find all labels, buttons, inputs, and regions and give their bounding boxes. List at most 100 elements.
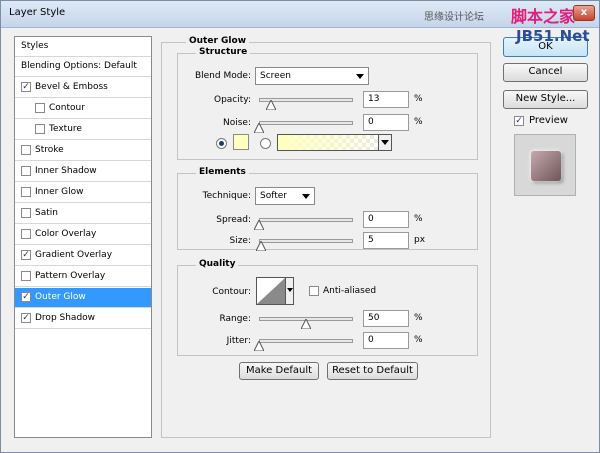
spread-input[interactable]: 0 xyxy=(363,211,409,228)
spread-unit: % xyxy=(414,214,423,224)
noise-slider[interactable] xyxy=(259,121,353,125)
size-slider[interactable] xyxy=(259,239,353,243)
elements-title: Elements xyxy=(196,167,249,177)
gradient-dropdown-arrow[interactable] xyxy=(378,135,391,150)
style-item-texture[interactable]: Texture xyxy=(15,120,151,140)
style-item-checkbox[interactable] xyxy=(35,124,45,134)
blend-mode-dropdown[interactable]: Screen xyxy=(255,67,369,85)
style-item-checkbox[interactable]: ✓ xyxy=(21,250,31,260)
style-item-gradient-overlay[interactable]: ✓ Gradient Overlay xyxy=(15,246,151,266)
blending-options-item[interactable]: Blending Options: Default xyxy=(15,57,151,77)
structure-title: Structure xyxy=(196,47,251,57)
style-item-contour[interactable]: Contour xyxy=(15,99,151,119)
chevron-down-icon xyxy=(302,194,310,199)
window-title: Layer Style xyxy=(9,7,66,18)
style-item-drop-shadow[interactable]: ✓ Drop Shadow xyxy=(15,309,151,329)
technique-label: Technique: xyxy=(202,191,251,201)
style-item-checkbox[interactable]: ✓ xyxy=(21,292,31,302)
size-unit: px xyxy=(414,235,426,245)
opacity-input[interactable]: 13 xyxy=(363,91,409,108)
style-item-checkbox[interactable] xyxy=(21,145,31,155)
size-label: Size: xyxy=(229,236,251,246)
contour-linear-icon xyxy=(257,278,285,304)
elements-group: Elements Technique: Softer Spread: 0 % S… xyxy=(177,167,478,251)
contour-dropdown-arrow[interactable] xyxy=(285,278,293,304)
style-item-checkbox[interactable] xyxy=(21,271,31,281)
style-item-bevel-emboss[interactable]: ✓ Bevel & Emboss xyxy=(15,78,151,98)
opacity-slider-thumb[interactable] xyxy=(266,100,277,110)
close-button[interactable]: x xyxy=(573,5,595,21)
quality-title: Quality xyxy=(196,259,239,269)
style-item-inner-glow[interactable]: Inner Glow xyxy=(15,183,151,203)
new-style-button[interactable]: New Style... xyxy=(503,90,588,109)
anti-aliased-label: Anti-aliased xyxy=(323,286,377,296)
style-item-checkbox[interactable] xyxy=(21,208,31,218)
chevron-down-icon xyxy=(381,140,389,145)
jitter-label: Jitter: xyxy=(226,336,251,346)
contour-picker[interactable] xyxy=(256,277,294,305)
make-default-button[interactable]: Make Default xyxy=(239,362,319,380)
style-preview-thumbnail xyxy=(514,134,576,196)
noise-slider-thumb[interactable] xyxy=(254,123,264,133)
reset-to-default-button[interactable]: Reset to Default xyxy=(327,362,418,380)
style-item-label: Outer Glow xyxy=(35,292,86,302)
style-item-checkbox[interactable]: ✓ xyxy=(21,313,31,323)
jitter-input[interactable]: 0 xyxy=(363,332,409,349)
title-bar[interactable]: Layer Style 思缘设计论坛 脚本之家 x xyxy=(1,1,599,28)
style-item-label: Satin xyxy=(35,208,58,218)
jitter-unit: % xyxy=(414,335,423,345)
outer-glow-title: Outer Glow xyxy=(186,36,250,46)
size-input[interactable]: 5 xyxy=(363,232,409,249)
range-unit: % xyxy=(414,313,423,323)
styles-header[interactable]: Styles xyxy=(15,37,151,57)
range-slider-thumb[interactable] xyxy=(301,319,311,329)
style-item-label: Texture xyxy=(49,124,82,134)
style-item-checkbox[interactable] xyxy=(21,187,31,197)
cancel-button[interactable]: Cancel xyxy=(503,63,588,82)
outer-glow-group: Outer Glow Structure Blend Mode: Screen … xyxy=(161,36,491,438)
style-item-outer-glow[interactable]: ✓ Outer Glow xyxy=(15,288,151,308)
opacity-label: Opacity: xyxy=(214,95,251,105)
size-slider-thumb[interactable] xyxy=(255,241,266,251)
style-item-stroke[interactable]: Stroke xyxy=(15,141,151,161)
style-item-color-overlay[interactable]: Color Overlay xyxy=(15,225,151,245)
anti-aliased-checkbox[interactable] xyxy=(309,286,319,296)
chevron-down-icon xyxy=(356,74,364,79)
contour-label: Contour: xyxy=(212,287,251,297)
style-item-inner-shadow[interactable]: Inner Shadow xyxy=(15,162,151,182)
style-item-label: Inner Shadow xyxy=(35,166,97,176)
spread-slider[interactable] xyxy=(259,218,353,222)
style-item-label: Stroke xyxy=(35,145,64,155)
range-label: Range: xyxy=(219,314,251,324)
style-item-satin[interactable]: Satin xyxy=(15,204,151,224)
style-item-checkbox[interactable] xyxy=(21,166,31,176)
styles-list: Styles Blending Options: Default ✓ Bevel … xyxy=(14,36,152,438)
preview-label: Preview xyxy=(529,115,568,126)
layer-style-dialog: Layer Style 思缘设计论坛 脚本之家 x Styles Blendin… xyxy=(0,0,600,453)
technique-dropdown[interactable]: Softer xyxy=(255,187,315,205)
style-item-checkbox[interactable] xyxy=(21,229,31,239)
preview-checkbox[interactable]: ✓ xyxy=(514,116,524,126)
gradient-picker[interactable] xyxy=(277,134,392,151)
style-item-checkbox[interactable] xyxy=(35,103,45,113)
style-item-label: Inner Glow xyxy=(35,187,84,197)
glow-color-swatch[interactable] xyxy=(233,134,249,150)
noise-input[interactable]: 0 xyxy=(363,114,409,131)
style-item-checkbox[interactable]: ✓ xyxy=(21,82,31,92)
spread-slider-thumb[interactable] xyxy=(254,220,264,230)
noise-unit: % xyxy=(414,117,423,127)
gradient-radio[interactable] xyxy=(260,138,271,149)
style-item-label: Pattern Overlay xyxy=(35,271,106,281)
spread-label: Spread: xyxy=(216,215,251,225)
gradient-preview xyxy=(278,135,391,150)
watermark-logo-text: 脚本之家 xyxy=(511,7,576,26)
color-radio[interactable] xyxy=(216,138,227,149)
style-item-label: Drop Shadow xyxy=(35,313,96,323)
range-input[interactable]: 50 xyxy=(363,310,409,327)
style-item-label: Gradient Overlay xyxy=(35,250,113,260)
noise-label: Noise: xyxy=(223,118,251,128)
jitter-slider[interactable] xyxy=(259,339,353,343)
style-item-pattern-overlay[interactable]: Pattern Overlay xyxy=(15,267,151,287)
jitter-slider-thumb[interactable] xyxy=(254,341,264,351)
close-icon: x xyxy=(580,7,588,18)
